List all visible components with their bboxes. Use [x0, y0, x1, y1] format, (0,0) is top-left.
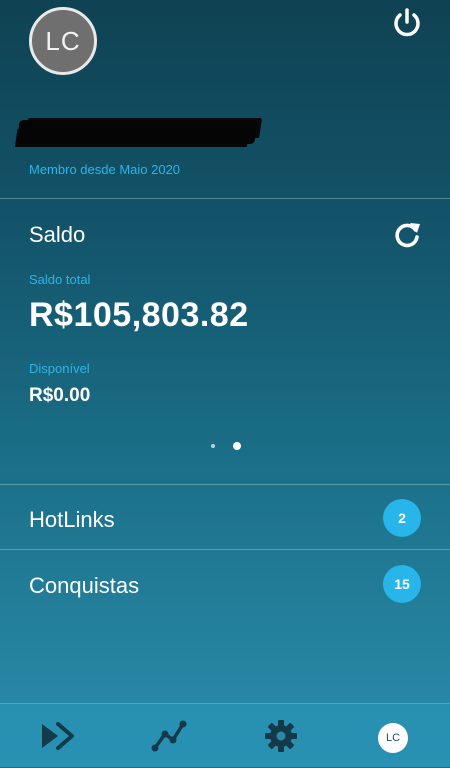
balance-title: Saldo — [29, 222, 86, 247]
conquistas-count-badge: 15 — [383, 565, 421, 603]
nav-avatar[interactable]: LC — [378, 723, 408, 753]
gear-icon[interactable] — [263, 718, 299, 754]
divider — [0, 549, 450, 550]
redacted-username — [16, 120, 258, 144]
available-value: R$0.00 — [29, 385, 91, 406]
total-balance-label: Saldo total — [29, 272, 91, 287]
avatar-initials: LC — [45, 25, 81, 56]
hotlinks-label[interactable]: HotLinks — [29, 507, 115, 533]
conquistas-label[interactable]: Conquistas — [29, 573, 139, 599]
power-icon[interactable] — [390, 6, 424, 40]
nav-avatar-initials: LC — [385, 732, 401, 744]
play-arrows-icon[interactable] — [38, 718, 74, 754]
bottom-nav: LC — [0, 703, 450, 768]
divider — [0, 198, 450, 199]
pager-dot-2-active[interactable] — [233, 442, 241, 450]
divider — [0, 484, 450, 485]
hotlinks-count-badge: 2 — [383, 499, 421, 537]
avatar[interactable]: LC — [29, 7, 97, 75]
total-balance-value: R$105,803.82 — [29, 296, 249, 334]
member-since: Membro desde Maio 2020 — [29, 162, 181, 177]
pager-dot-1[interactable] — [211, 444, 215, 448]
refresh-icon[interactable] — [391, 219, 423, 251]
trend-line-icon[interactable] — [151, 718, 187, 754]
available-label: Disponível — [29, 361, 90, 376]
